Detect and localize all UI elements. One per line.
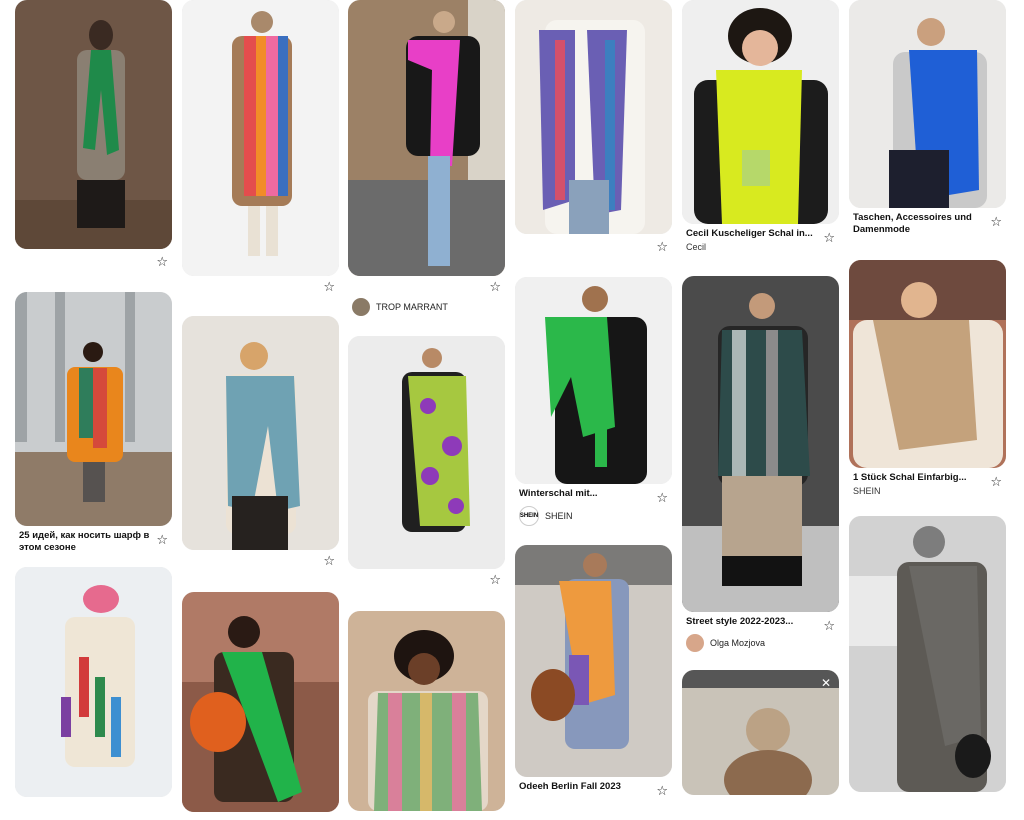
pin-image[interactable] [849,516,1006,792]
save-star-icon[interactable]: ☆ [656,784,668,797]
pin-image[interactable] [849,0,1006,208]
pin-card[interactable]: ✕ [682,670,839,795]
pin-card[interactable]: Street style 2022-2023... ☆ Olga Mozjova [682,276,839,652]
pin-card[interactable]: Taschen, Accessoires und Damenmode ☆ [849,0,1006,236]
column-4: ☆ Winterschal mit... ☆ SHEIN SHEIN Odeeh… [515,0,672,797]
pin-image[interactable] [15,0,172,249]
creator-avatar[interactable] [352,298,370,316]
pin-image[interactable] [515,277,672,484]
pin-image[interactable] [682,276,839,612]
pin-subtitle[interactable]: Cecil [682,242,839,252]
pin-image[interactable]: ✕ [682,670,839,795]
pin-card[interactable]: 25 идей, как носить шарф в этом сезоне ☆ [15,292,172,554]
save-star-icon[interactable]: ☆ [823,619,835,632]
pin-image[interactable] [182,592,339,812]
pin-card[interactable]: 1 Stück Schal Einfarbig... ☆ SHEIN [849,260,1006,496]
pin-card[interactable]: Winterschal mit... ☆ SHEIN SHEIN [515,277,672,526]
pin-card[interactable]: ☆ [182,0,339,298]
pin-creator[interactable]: TROP MARRANT [348,298,505,316]
pin-image[interactable] [849,260,1006,468]
column-5: Cecil Kuscheliger Schal in... ☆ Cecil St… [682,0,839,795]
pin-image[interactable] [682,0,839,224]
pin-card[interactable] [182,592,339,812]
pin-image[interactable] [515,0,672,234]
creator-name[interactable]: Olga Mozjova [710,638,765,648]
pin-card[interactable]: Cecil Kuscheliger Schal in... ☆ Cecil [682,0,839,252]
save-star-icon[interactable]: ☆ [489,280,501,293]
column-6: Taschen, Accessoires und Damenmode ☆ 1 S… [849,0,1006,792]
column-3: ☆ TROP MARRANT ☆ [348,0,505,811]
close-icon[interactable]: ✕ [821,676,831,690]
save-star-icon[interactable]: ☆ [823,231,835,244]
save-star-icon[interactable]: ☆ [656,491,668,504]
pin-image[interactable] [182,316,339,550]
save-star-icon[interactable]: ☆ [323,554,335,567]
pin-title[interactable]: 25 идей, как носить шарф в этом сезоне [15,530,172,554]
pin-title[interactable]: 1 Stück Schal Einfarbig... [849,472,1006,484]
save-star-icon[interactable]: ☆ [156,255,168,268]
creator-name[interactable]: SHEIN [545,511,573,521]
pin-card[interactable]: ☆ [182,316,339,572]
pin-card[interactable] [348,611,505,811]
pin-card[interactable]: ☆ [515,0,672,256]
pin-image[interactable] [348,0,505,276]
creator-avatar[interactable]: SHEIN [519,506,539,526]
save-star-icon[interactable]: ☆ [156,533,168,546]
pin-card[interactable] [849,516,1006,792]
pin-card[interactable]: ☆ [348,0,505,298]
pin-creator[interactable]: SHEIN SHEIN [515,506,672,526]
column-1: ☆ 25 идей, как носить шарф в этом сезоне… [15,0,172,797]
pin-title[interactable]: Taschen, Accessoires und Damenmode [849,212,1006,236]
pin-image[interactable] [515,545,672,777]
pin-title[interactable]: Street style 2022-2023... [682,616,839,628]
creator-name[interactable]: TROP MARRANT [376,302,448,312]
pin-image[interactable] [348,336,505,569]
pin-card[interactable] [15,567,172,797]
save-star-icon[interactable]: ☆ [323,280,335,293]
pin-card[interactable]: Odeeh Berlin Fall 2023 ☆ [515,545,672,797]
save-star-icon[interactable]: ☆ [656,240,668,253]
creator-avatar[interactable] [686,634,704,652]
pin-image[interactable] [348,611,505,811]
pin-image[interactable] [15,292,172,526]
save-star-icon[interactable]: ☆ [489,573,501,586]
pin-title[interactable]: Cecil Kuscheliger Schal in... [682,228,839,240]
pin-card[interactable]: ☆ [15,0,172,271]
pin-creator[interactable]: Olga Mozjova [682,634,839,652]
pin-image[interactable] [182,0,339,276]
pin-title[interactable]: Odeeh Berlin Fall 2023 [515,781,672,793]
pin-card[interactable]: ☆ [348,336,505,591]
pin-subtitle[interactable]: SHEIN [849,486,1006,496]
save-star-icon[interactable]: ☆ [990,215,1002,228]
pin-card[interactable]: TROP MARRANT [348,298,505,316]
column-2: ☆ ☆ [182,0,339,812]
pin-image[interactable] [15,567,172,797]
pin-title[interactable]: Winterschal mit... [515,488,672,500]
save-star-icon[interactable]: ☆ [990,475,1002,488]
